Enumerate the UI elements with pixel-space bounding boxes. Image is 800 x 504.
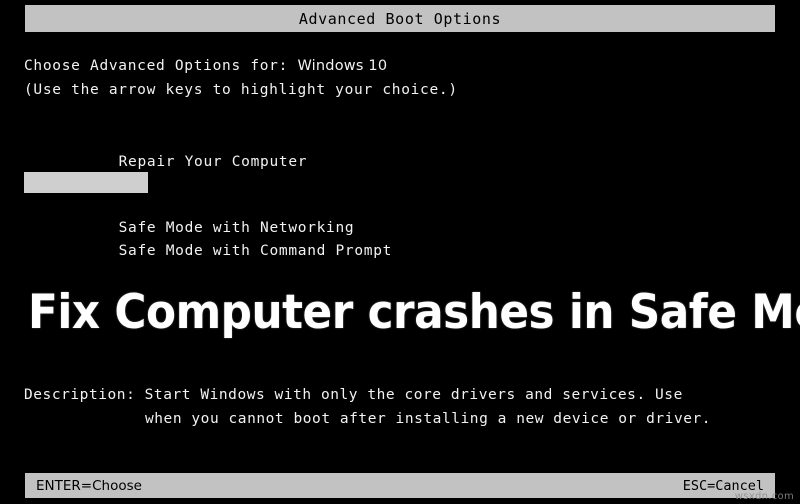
choose-options-line: Choose Advanced Options for: Windows 10 [24, 58, 387, 74]
overlay-headline: Fix Computer crashes in Safe Mode [28, 285, 800, 340]
description-block: Description: Start Windows with only the… [24, 383, 764, 431]
title-bar-label: Advanced Boot Options [298, 9, 502, 28]
title-bar: Advanced Boot Options [25, 5, 775, 32]
enter-choose-hint[interactable]: ENTER=Choose [36, 478, 142, 494]
advanced-boot-options-screen: Advanced Boot Options Choose Advanced Op… [0, 0, 800, 504]
description-line-1: Start Windows with only the core drivers… [144, 387, 683, 403]
description-label: Description: [24, 387, 145, 403]
menu-item-label: Safe Mode with Command Prompt [118, 243, 393, 259]
menu-item-label: Repair Your Computer [118, 154, 308, 170]
menu-item-safe-mode[interactable]: Safe Mode [0, 171, 800, 213]
watermark: wsxdn.com [734, 491, 794, 502]
menu-item-label: Safe Mode [118, 197, 204, 213]
menu-item-repair-your-computer[interactable]: Repair Your Computer [0, 128, 800, 170]
footer-bar: ENTER=Choose ESC=Cancel [25, 473, 775, 498]
arrow-keys-hint: (Use the arrow keys to highlight your ch… [24, 82, 458, 98]
boot-options-menu[interactable]: Repair Your Computer Safe Mode Safe Mode… [0, 128, 800, 259]
menu-item-safe-mode-with-command-prompt[interactable]: Safe Mode with Command Prompt [0, 217, 800, 259]
os-version-label: Windows 10 [297, 58, 388, 74]
choose-options-prefix: Choose Advanced Options for: [24, 58, 298, 74]
description-line-2: when you cannot boot after installing a … [145, 411, 712, 427]
